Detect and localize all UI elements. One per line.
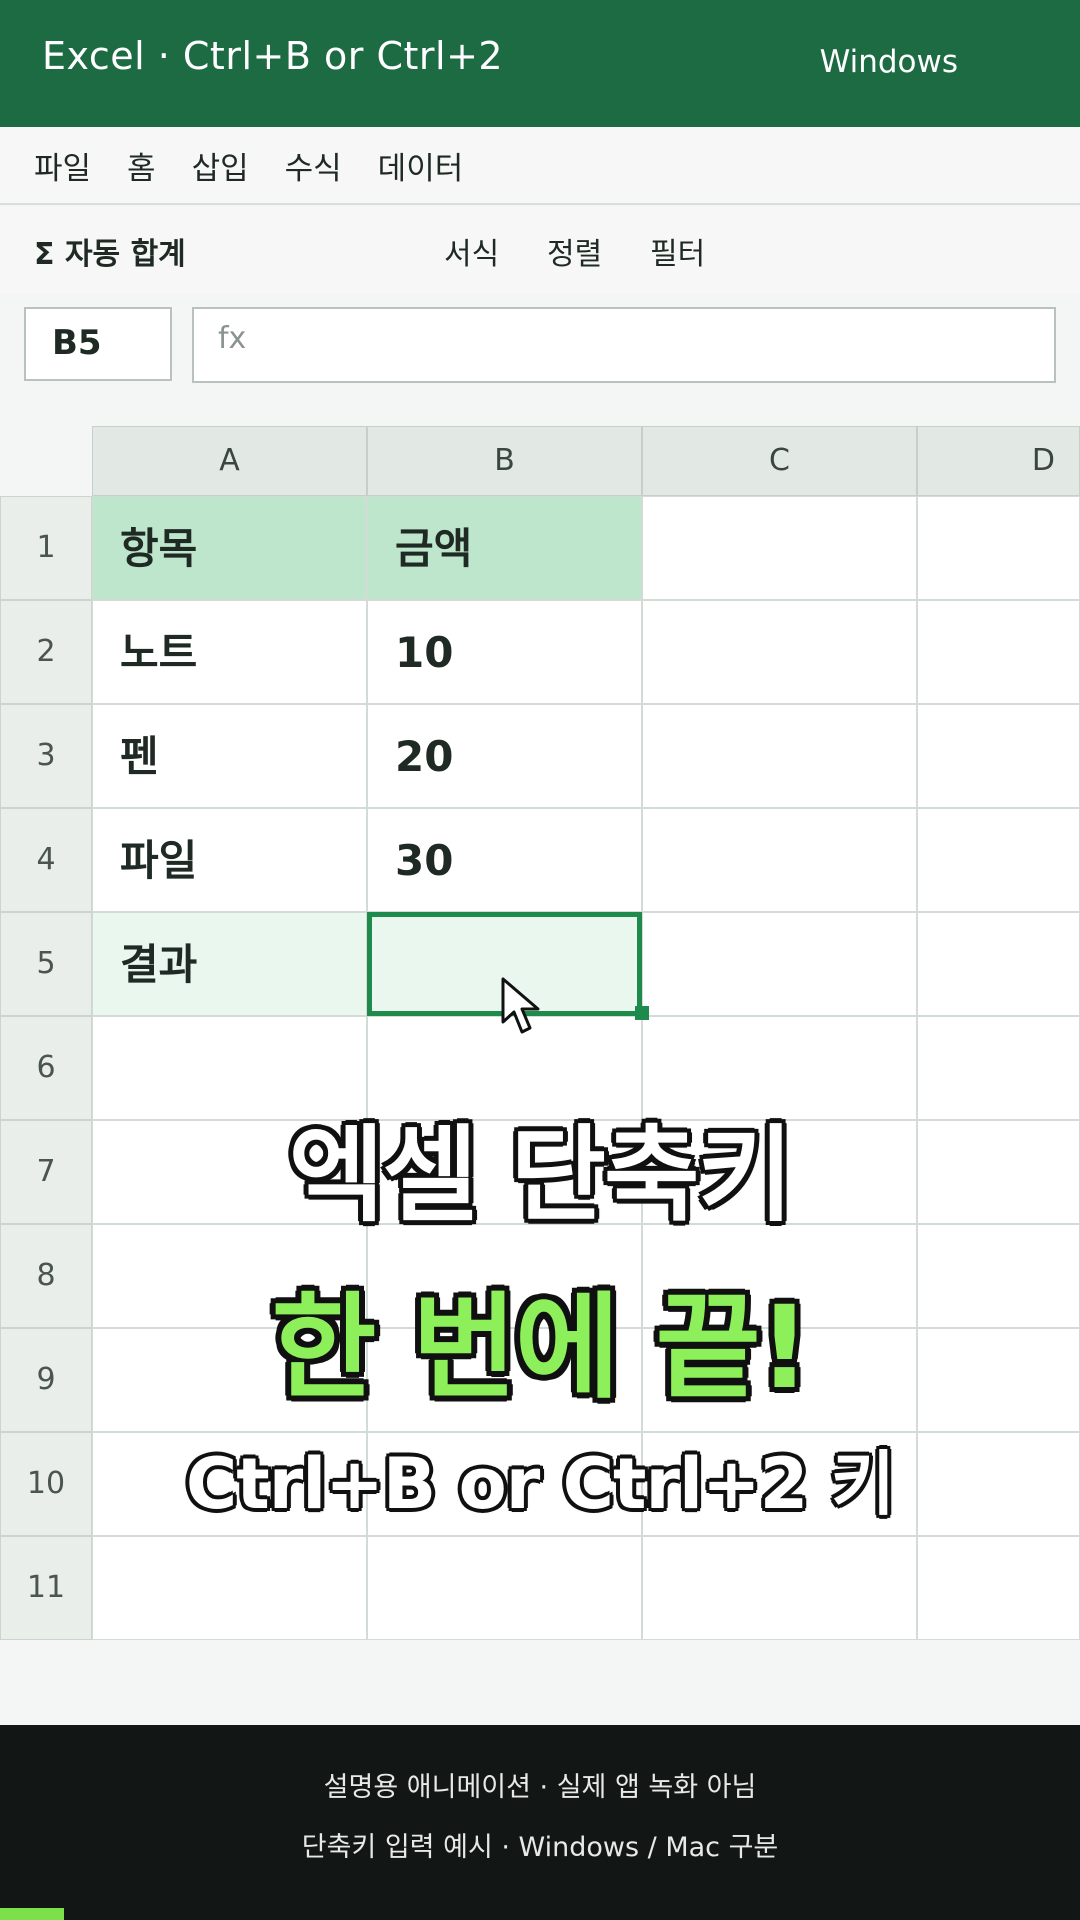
platform-label: Windows [819,44,958,80]
footer-note: 단축키 입력 예시 · Windows / Mac 구분 [301,1832,779,1863]
cell-b1[interactable]: 금액 [367,496,642,600]
ribbon: Σ 자동 합계 서식 정렬 필터 [0,207,1080,295]
overlay-headline: 한 번에 끝! [271,1281,811,1414]
cell-a3[interactable]: 펜 [92,704,367,808]
mouse-pointer-icon [501,977,540,1034]
footer: 설명용 애니메이션 · 실제 앱 녹화 아님 단축키 입력 예시 · Windo… [0,1725,1080,1920]
menu-file[interactable]: 파일 [34,143,91,188]
overlay-shortcut: Ctrl+B or Ctrl+2 키 [185,1443,895,1525]
menu-home[interactable]: 홈 [127,143,156,188]
menu-insert[interactable]: 삽입 [192,143,249,188]
name-box[interactable]: B5 [24,307,172,381]
app-title: Excel · Ctrl+B or Ctrl+2 [42,34,504,78]
cell-d2[interactable] [917,600,1080,704]
filter-button[interactable]: 필터 [650,229,705,273]
cell-a2[interactable]: 노트 [92,600,367,704]
cell-d3[interactable] [917,704,1080,808]
row-header-4[interactable]: 4 [0,808,92,912]
cell-a4[interactable]: 파일 [92,808,367,912]
fx-label: fx [218,321,247,356]
cell-c11[interactable] [642,1536,917,1640]
cell-c5[interactable] [642,912,917,1016]
progress-accent [0,1908,64,1920]
row-header-5[interactable]: 5 [0,912,92,1016]
footer-disclaimer: 설명용 애니메이션 · 실제 앱 녹화 아님 [323,1772,757,1803]
cell-c4[interactable] [642,808,917,912]
cell-d11[interactable] [917,1536,1080,1640]
menu-formulas[interactable]: 수식 [285,143,342,188]
column-header-d[interactable]: D [917,426,1080,496]
cell-c1[interactable] [642,496,917,600]
fill-handle[interactable] [635,1006,649,1020]
menu-data[interactable]: 데이터 [378,143,464,188]
cell-a5[interactable]: 결과 [92,912,367,1016]
row-header-3[interactable]: 3 [0,704,92,808]
row-header-11[interactable]: 11 [0,1536,92,1640]
title-bar: Excel · Ctrl+B or Ctrl+2 Windows [0,0,1080,127]
row-header-2[interactable]: 2 [0,600,92,704]
cell-c2[interactable] [642,600,917,704]
column-header-a[interactable]: A [92,426,367,496]
grid-corner [0,426,92,496]
cell-b4[interactable]: 30 [367,808,642,912]
row-header-1[interactable]: 1 [0,496,92,600]
cell-d1[interactable] [917,496,1080,600]
cell-d5[interactable] [917,912,1080,1016]
autosum-button[interactable]: Σ 자동 합계 [34,229,186,273]
cell-b11[interactable] [367,1536,642,1640]
cell-b2[interactable]: 10 [367,600,642,704]
cell-a11[interactable] [92,1536,367,1640]
column-header-c[interactable]: C [642,426,917,496]
menu-bar: 파일 홈 삽입 수식 데이터 [0,127,1080,205]
sort-button[interactable]: 정렬 [547,229,602,273]
formula-bar[interactable]: fx [192,307,1056,383]
cell-c3[interactable] [642,704,917,808]
overlay-title: 엑셀 단축키 [288,1114,794,1236]
cell-d4[interactable] [917,808,1080,912]
cell-b3[interactable]: 20 [367,704,642,808]
format-button[interactable]: 서식 [444,229,499,273]
cell-a1[interactable]: 항목 [92,496,367,600]
column-header-b[interactable]: B [367,426,642,496]
